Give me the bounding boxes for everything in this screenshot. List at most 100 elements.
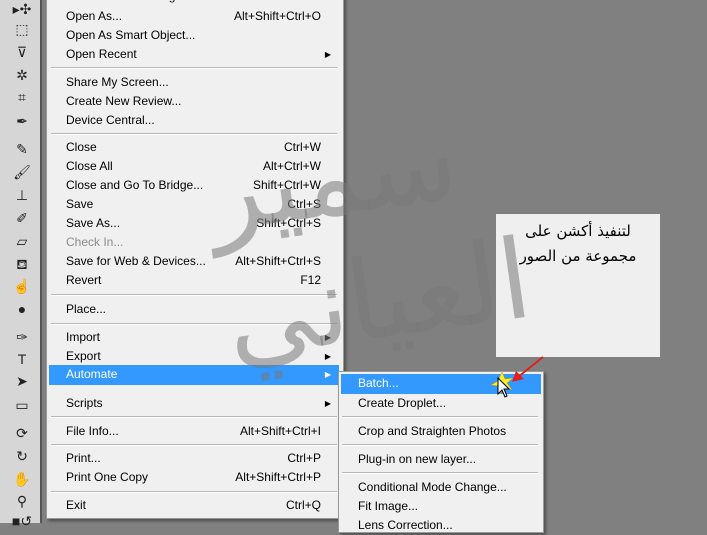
menu-item-shortcut: Ctrl+S xyxy=(287,197,321,211)
menu-separator xyxy=(342,416,538,418)
menu-separator xyxy=(51,67,337,69)
mouse-cursor-icon xyxy=(490,371,514,398)
menu-item-browse-in-mini-bridge[interactable]: Browse in Mini Bridge... xyxy=(49,0,339,6)
menu-item-label: Export xyxy=(66,349,101,363)
magic-wand-tool-icon[interactable]: ✲ xyxy=(10,66,34,84)
note-line-1: لتنفيذ أكشن على xyxy=(525,222,631,240)
eraser-tool-icon[interactable]: ▱ xyxy=(10,232,34,250)
menu-item-open-as[interactable]: Open As... Alt+Shift+Ctrl+O xyxy=(49,7,339,26)
menu-item-label: Automate xyxy=(66,367,118,381)
submenu-arrow-icon: ▶ xyxy=(324,399,331,408)
submenu-arrow-icon: ▶ xyxy=(324,370,331,379)
menu-item-device-central[interactable]: Device Central... xyxy=(49,111,339,130)
menu-item-label: Open As... xyxy=(66,9,123,23)
menu-item-label: Close All xyxy=(66,159,113,173)
menu-item-shortcut: Alt+Shift+Ctrl+O xyxy=(233,9,321,23)
submenu-arrow-icon: ▶ xyxy=(324,333,331,342)
menu-item-label: Print... xyxy=(66,451,101,465)
zoom-tool-icon[interactable]: ⚲ xyxy=(10,492,34,510)
menu-item-save-as[interactable]: Save As... Shift+Ctrl+S xyxy=(49,214,339,233)
menu-item-shortcut: Ctrl+W xyxy=(284,140,321,154)
menu-item-label: Import xyxy=(66,330,101,344)
menu-item-label: Print One Copy xyxy=(66,470,149,484)
menu-item-print[interactable]: Print... Ctrl+P xyxy=(49,449,339,468)
crop-tool-icon[interactable]: ⌗ xyxy=(10,88,34,106)
menu-separator xyxy=(51,491,337,493)
menu-item-label: Save for Web & Devices... xyxy=(66,254,206,268)
menu-item-scripts[interactable]: Scripts ▶ xyxy=(49,394,339,413)
clone-stamp-tool-icon[interactable]: ⊥ xyxy=(10,186,34,204)
dodge-tool-icon[interactable]: ● xyxy=(10,300,34,318)
eyedropper-tool-icon[interactable]: ✒ xyxy=(10,112,34,130)
menu-item-label: Fit Image... xyxy=(358,499,419,513)
menu-separator xyxy=(342,444,538,446)
healing-brush-tool-icon[interactable]: ✎ xyxy=(10,140,34,158)
history-brush-tool-icon[interactable]: ✐ xyxy=(10,209,34,227)
menu-item-label: Batch... xyxy=(358,376,399,390)
menu-item-create-new-review[interactable]: Create New Review... xyxy=(49,92,339,111)
menu-separator xyxy=(51,133,337,135)
menu-item-shortcut: Ctrl+P xyxy=(287,451,321,465)
menu-item-exit[interactable]: Exit Ctrl+Q xyxy=(49,496,339,515)
menu-item-print-one-copy[interactable]: Print One Copy Alt+Shift+Ctrl+P xyxy=(49,468,339,487)
menu-item-label: Exit xyxy=(66,498,87,512)
menu-item-open-as-smart-object[interactable]: Open As Smart Object... xyxy=(49,26,339,45)
menu-item-label: Close and Go To Bridge... xyxy=(66,178,204,192)
menu-item-open-recent[interactable]: Open Recent ▶ xyxy=(49,45,339,64)
menu-item-label: Browse in Mini Bridge... xyxy=(66,0,192,6)
lasso-tool-icon[interactable]: ⊽ xyxy=(10,43,34,61)
shape-tool-icon[interactable]: ▭ xyxy=(10,396,34,414)
note-line-2: مجموعة من الصور xyxy=(519,247,637,265)
brush-tool-icon[interactable]: 🖌 xyxy=(10,163,34,181)
menu-item-lens-correction[interactable]: Lens Correction... xyxy=(341,516,541,535)
type-tool-icon[interactable]: T xyxy=(10,350,34,368)
menu-separator xyxy=(51,323,337,325)
menu-item-export[interactable]: Export ▶ xyxy=(49,347,339,366)
menu-item-label: Lens Correction... xyxy=(358,518,453,532)
path-selection-tool-icon[interactable]: ➤ xyxy=(10,372,34,390)
menu-item-label: Open As Smart Object... xyxy=(66,28,196,42)
menu-item-label: Revert xyxy=(66,273,102,287)
menu-item-share-my-screen[interactable]: Share My Screen... xyxy=(49,73,339,92)
menu-item-place[interactable]: Place... xyxy=(49,300,339,319)
menu-item-fit-image[interactable]: Fit Image... xyxy=(341,497,541,516)
submenu-arrow-icon: ▶ xyxy=(324,352,331,361)
menu-item-shortcut: F12 xyxy=(300,273,321,287)
menu-item-conditional-mode-change[interactable]: Conditional Mode Change... xyxy=(341,478,541,497)
menu-item-shortcut: Shift+Ctrl+S xyxy=(256,216,321,230)
menu-item-check-in[interactable]: Check In... xyxy=(49,233,339,252)
menu-item-save-for-web-devices[interactable]: Save for Web & Devices... Alt+Shift+Ctrl+… xyxy=(49,252,339,271)
menu-item-label: Save As... xyxy=(66,216,121,230)
move-tool-icon[interactable]: ▸✣ xyxy=(10,0,34,18)
menu-item-shortcut: Ctrl+Q xyxy=(285,498,321,512)
menu-item-label: Place... xyxy=(66,302,107,316)
menu-item-label: Crop and Straighten Photos xyxy=(358,424,507,438)
menu-item-automate[interactable]: Automate ▶ xyxy=(49,365,339,385)
menu-item-close-and-go-to-bridge[interactable]: Close and Go To Bridge... Shift+Ctrl+W xyxy=(49,176,339,195)
menu-item-crop-and-straighten-photos[interactable]: Crop and Straighten Photos xyxy=(341,422,541,441)
3d-orbit-tool-icon[interactable]: ↻ xyxy=(10,447,34,465)
color-swatch-icon[interactable]: ■↺ xyxy=(10,512,34,530)
menu-item-close[interactable]: Close Ctrl+W xyxy=(49,138,339,157)
menu-item-import[interactable]: Import ▶ xyxy=(49,328,339,347)
menu-item-save[interactable]: Save Ctrl+S xyxy=(49,195,339,214)
menu-separator xyxy=(51,444,337,446)
paint-bucket-tool-icon[interactable]: ⛾ xyxy=(10,255,34,273)
menu-item-shortcut: Alt+Ctrl+W xyxy=(262,159,321,173)
menu-item-label: Open Recent xyxy=(66,47,137,61)
hand-tool-icon[interactable]: ✋ xyxy=(10,470,34,488)
menu-item-plug-in-on-new-layer[interactable]: Plug-in on new layer... xyxy=(341,450,541,469)
3d-rotate-tool-icon[interactable]: ⟳ xyxy=(10,424,34,442)
menu-item-shortcut: Alt+Shift+Ctrl+S xyxy=(235,254,321,268)
menu-item-revert[interactable]: Revert F12 xyxy=(49,271,339,290)
pen-tool-icon[interactable]: ✑ xyxy=(10,328,34,346)
red-arrow-icon xyxy=(512,356,544,382)
menu-item-label: Device Central... xyxy=(66,113,155,127)
smudge-tool-icon[interactable]: ☝ xyxy=(10,277,34,295)
marquee-tool-icon[interactable]: ⬚ xyxy=(10,20,34,38)
submenu-arrow-icon: ▶ xyxy=(324,50,331,59)
menu-item-close-all[interactable]: Close All Alt+Ctrl+W xyxy=(49,157,339,176)
menu-item-file-info[interactable]: File Info... Alt+Shift+Ctrl+I xyxy=(49,422,339,441)
file-menu: Browse in Mini Bridge... Open As... Alt+Sh… xyxy=(46,0,344,519)
menu-item-label: Save xyxy=(66,197,94,211)
